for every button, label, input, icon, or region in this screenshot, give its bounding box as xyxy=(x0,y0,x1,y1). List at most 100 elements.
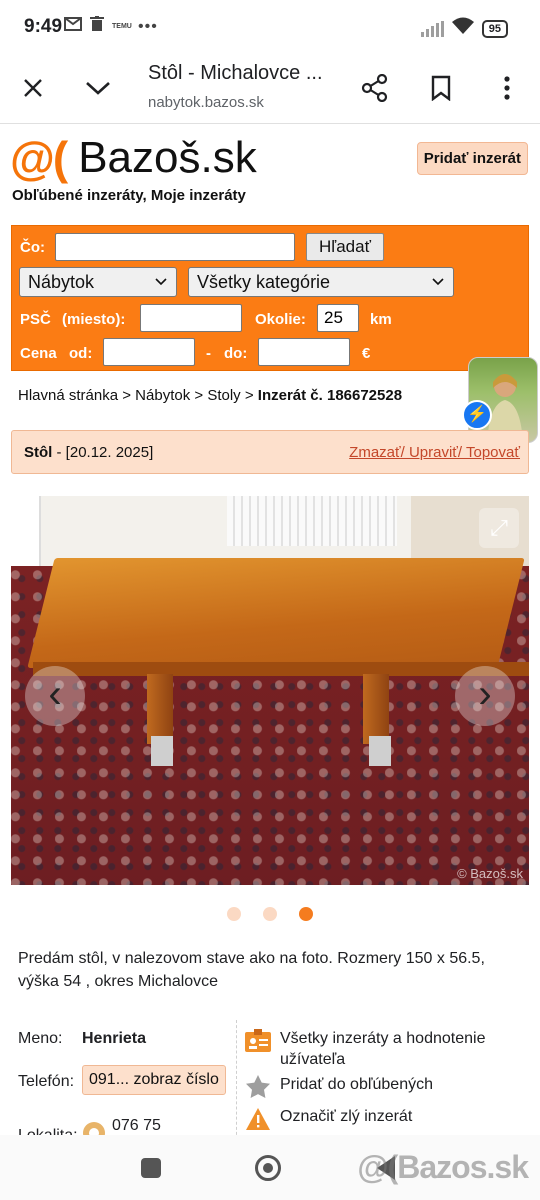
warning-icon xyxy=(244,1106,272,1132)
location-icon xyxy=(82,1121,106,1135)
seller-phone-label: Telefón: xyxy=(18,1073,75,1090)
seller-name: Henrieta xyxy=(82,1030,147,1047)
category-select-value: Nábytok xyxy=(28,272,95,292)
radius-label: Okolie: xyxy=(255,311,306,328)
wifi-icon xyxy=(451,17,474,40)
photo-table-foot xyxy=(151,736,173,766)
search-button[interactable]: Hľadať xyxy=(306,233,384,261)
ad-description: Predám stôl, v nalezovom stave ako na fo… xyxy=(18,950,485,990)
browser-toolbar: Stôl - Michalovce ... nabytok.bazos.sk xyxy=(0,56,540,124)
breadcrumb-home[interactable]: Hlavná stránka xyxy=(18,387,118,404)
add-favorite-link[interactable]: Pridať do obľúbených xyxy=(244,1074,433,1100)
ad-photo[interactable]: ⤢ ‹ › © Bazoš.sk xyxy=(11,496,529,885)
subcategory-select[interactable]: Všetky kategórie xyxy=(188,267,454,297)
price-to-label: do: xyxy=(224,345,248,362)
add-ad-button[interactable]: Pridať inzerát xyxy=(416,142,528,175)
close-icon[interactable] xyxy=(13,68,53,108)
report-ad-link[interactable]: Označiť zlý inzerát xyxy=(244,1106,412,1132)
price-label: Cena xyxy=(20,345,57,362)
ad-header: Stôl - [20.12. 2025] Zmazať/ Upraviť/ To… xyxy=(11,430,529,474)
status-bar: 9:49 TEMU ••• 95 xyxy=(0,0,540,56)
psc-input[interactable] xyxy=(140,304,242,332)
pagination-dot[interactable] xyxy=(263,907,277,921)
info-divider xyxy=(236,1020,237,1135)
footer-watermark: @(Bazos.sk xyxy=(357,1149,529,1185)
price-dash: - xyxy=(206,345,211,362)
favorites-links[interactable]: Obľúbené inzeráty, Moje inzeráty xyxy=(12,187,246,204)
url-domain[interactable]: nabytok.bazos.sk xyxy=(148,94,264,111)
seller-name-label: Meno: xyxy=(18,1030,63,1047)
price-from-input[interactable] xyxy=(103,338,195,366)
trash-icon xyxy=(90,16,104,37)
all-user-ads-link[interactable]: Všetky inzeráty a hodnotenie užívateľa xyxy=(244,1028,504,1070)
status-time: 9:49 xyxy=(24,16,63,37)
radius-unit: km xyxy=(370,311,392,328)
recents-button[interactable] xyxy=(141,1158,161,1178)
site-logo[interactable]: @( Bazoš.sk xyxy=(10,131,257,185)
prev-image-button[interactable]: ‹ xyxy=(25,666,85,726)
bookmark-icon[interactable] xyxy=(421,68,461,108)
breadcrumb-separator: > xyxy=(122,387,131,404)
photo-radiator xyxy=(227,496,397,546)
all-user-ads-text: Všetky inzeráty a hodnotenie užívateľa xyxy=(280,1030,486,1068)
breadcrumb: Hlavná stránka > Nábytok > Stoly > Inzer… xyxy=(18,387,402,404)
star-icon xyxy=(244,1074,272,1100)
more-dots-icon: ••• xyxy=(138,17,158,35)
home-button[interactable] xyxy=(255,1155,281,1181)
query-label: Čo: xyxy=(20,239,45,256)
photo-table-foot xyxy=(369,736,391,766)
photo-table-leg xyxy=(363,674,389,744)
system-icons: 95 xyxy=(420,17,508,40)
gmail-icon xyxy=(64,17,82,36)
user-card-icon xyxy=(244,1028,272,1054)
photo-watermark: © Bazoš.sk xyxy=(457,866,523,881)
psc-label: PSČ xyxy=(20,311,51,328)
breadcrumb-subcategory[interactable]: Stoly xyxy=(207,387,240,404)
report-ad-text: Označiť zlý inzerát xyxy=(280,1108,413,1125)
add-favorite-text: Pridať do obľúbených xyxy=(280,1076,433,1093)
breadcrumb-separator: > xyxy=(194,387,204,404)
price-to-input[interactable] xyxy=(258,338,350,366)
image-pagination xyxy=(0,907,540,921)
pagination-dot[interactable] xyxy=(227,907,241,921)
seller-location-label: Lokalita: xyxy=(18,1127,78,1135)
signal-icon xyxy=(420,20,444,37)
subcategory-select-value: Všetky kategórie xyxy=(197,272,331,292)
ad-actions-link[interactable]: Zmazať/ Upraviť/ Topovať xyxy=(349,444,520,461)
psc-sub-label: (miesto): xyxy=(62,311,126,328)
overflow-menu-icon[interactable] xyxy=(487,68,527,108)
fullscreen-icon[interactable]: ⤢ xyxy=(479,508,519,548)
breadcrumb-separator: > xyxy=(244,387,254,404)
radius-input[interactable] xyxy=(317,304,359,332)
logo-text: Bazoš.sk xyxy=(78,133,257,182)
logo-mark: @( xyxy=(10,132,68,184)
photo-table-edge xyxy=(33,662,529,676)
chevron-down-icon[interactable] xyxy=(78,68,118,108)
web-page: @( Bazoš.sk Pridať inzerát Obľúbené inze… xyxy=(0,125,540,1135)
seller-location[interactable]: 076 75 xyxy=(112,1117,161,1135)
photo-table-top xyxy=(27,558,525,668)
search-input[interactable] xyxy=(55,233,295,261)
messenger-icon[interactable]: ⚡ xyxy=(462,400,492,430)
pagination-dot-active[interactable] xyxy=(299,907,313,921)
temu-icon: TEMU xyxy=(112,23,132,30)
search-panel: Čo: Hľadať Nábytok Všetky kategórie PSČ … xyxy=(11,225,529,371)
ad-title: Stôl xyxy=(24,444,53,461)
battery-indicator: 95 xyxy=(481,19,508,38)
chevron-down-icon xyxy=(431,268,445,305)
system-navigation-bar: @(Bazos.sk xyxy=(0,1135,540,1200)
tab-title[interactable]: Stôl - Michalovce ... xyxy=(148,62,338,85)
share-icon[interactable] xyxy=(355,68,395,108)
ad-title-line: Stôl - [20.12. 2025] xyxy=(24,444,153,461)
photo-table-leg xyxy=(147,674,173,744)
breadcrumb-category[interactable]: Nábytok xyxy=(135,387,190,404)
next-image-button[interactable]: › xyxy=(455,666,515,726)
category-select[interactable]: Nábytok xyxy=(19,267,177,297)
notification-icons: TEMU ••• xyxy=(64,16,158,37)
price-from-label: od: xyxy=(69,345,93,362)
currency-label: € xyxy=(362,345,371,362)
chevron-down-icon xyxy=(154,268,168,305)
breadcrumb-current: Inzerát č. 186672528 xyxy=(257,387,403,404)
show-phone-button[interactable]: 091... zobraz číslo xyxy=(82,1065,226,1095)
ad-date: - [20.12. 2025] xyxy=(56,444,154,461)
